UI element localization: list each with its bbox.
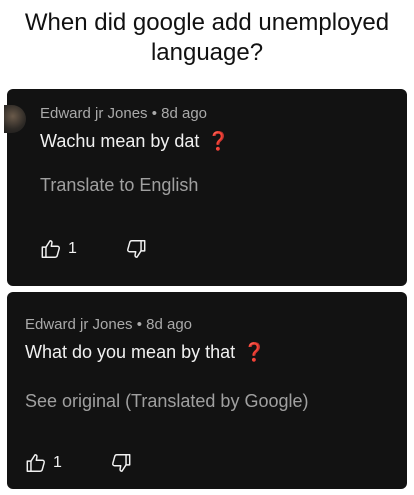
- avatar[interactable]: [4, 105, 26, 133]
- red-question-mark-emoji: ❓: [243, 342, 266, 362]
- dislike-button[interactable]: [110, 452, 132, 474]
- thumbs-down-icon: [110, 452, 132, 474]
- comment-text-content: What do you mean by that: [25, 342, 236, 362]
- translate-link[interactable]: Translate to English: [40, 175, 198, 196]
- comment-text: Wachu mean by dat ❓: [40, 131, 230, 152]
- thumbs-up-icon: [25, 452, 47, 474]
- comment-text-content: Wachu mean by dat: [40, 131, 200, 151]
- comment-text: What do you mean by that ❓: [25, 342, 266, 363]
- post-title-line-2: language?: [150, 39, 264, 66]
- comment-actions: 1: [25, 452, 132, 474]
- post-title-line-1: When did google add unemployed: [24, 9, 390, 36]
- comment-author-time: Edward jr Jones • 8d ago: [40, 105, 208, 122]
- like-count: 1: [53, 454, 62, 471]
- like-button[interactable]: 1: [25, 452, 62, 474]
- thumbs-down-icon: [125, 238, 147, 260]
- comment-card: Edward jr Jones • 8d ago Wachu mean by d…: [4, 89, 407, 286]
- comment-card: Edward jr Jones • 8d ago What do you mea…: [7, 292, 407, 489]
- like-count: 1: [68, 240, 77, 257]
- like-button[interactable]: 1: [40, 238, 77, 260]
- see-original-link[interactable]: See original (Translated by Google): [25, 391, 308, 412]
- dislike-button[interactable]: [125, 238, 147, 260]
- red-question-mark-emoji: ❓: [207, 131, 230, 151]
- comment-actions: 1: [40, 238, 147, 260]
- thumbs-up-icon: [40, 238, 62, 260]
- comment-author-time: Edward jr Jones • 8d ago: [25, 316, 193, 333]
- post-title: When did google add unemployed language?: [0, 8, 414, 68]
